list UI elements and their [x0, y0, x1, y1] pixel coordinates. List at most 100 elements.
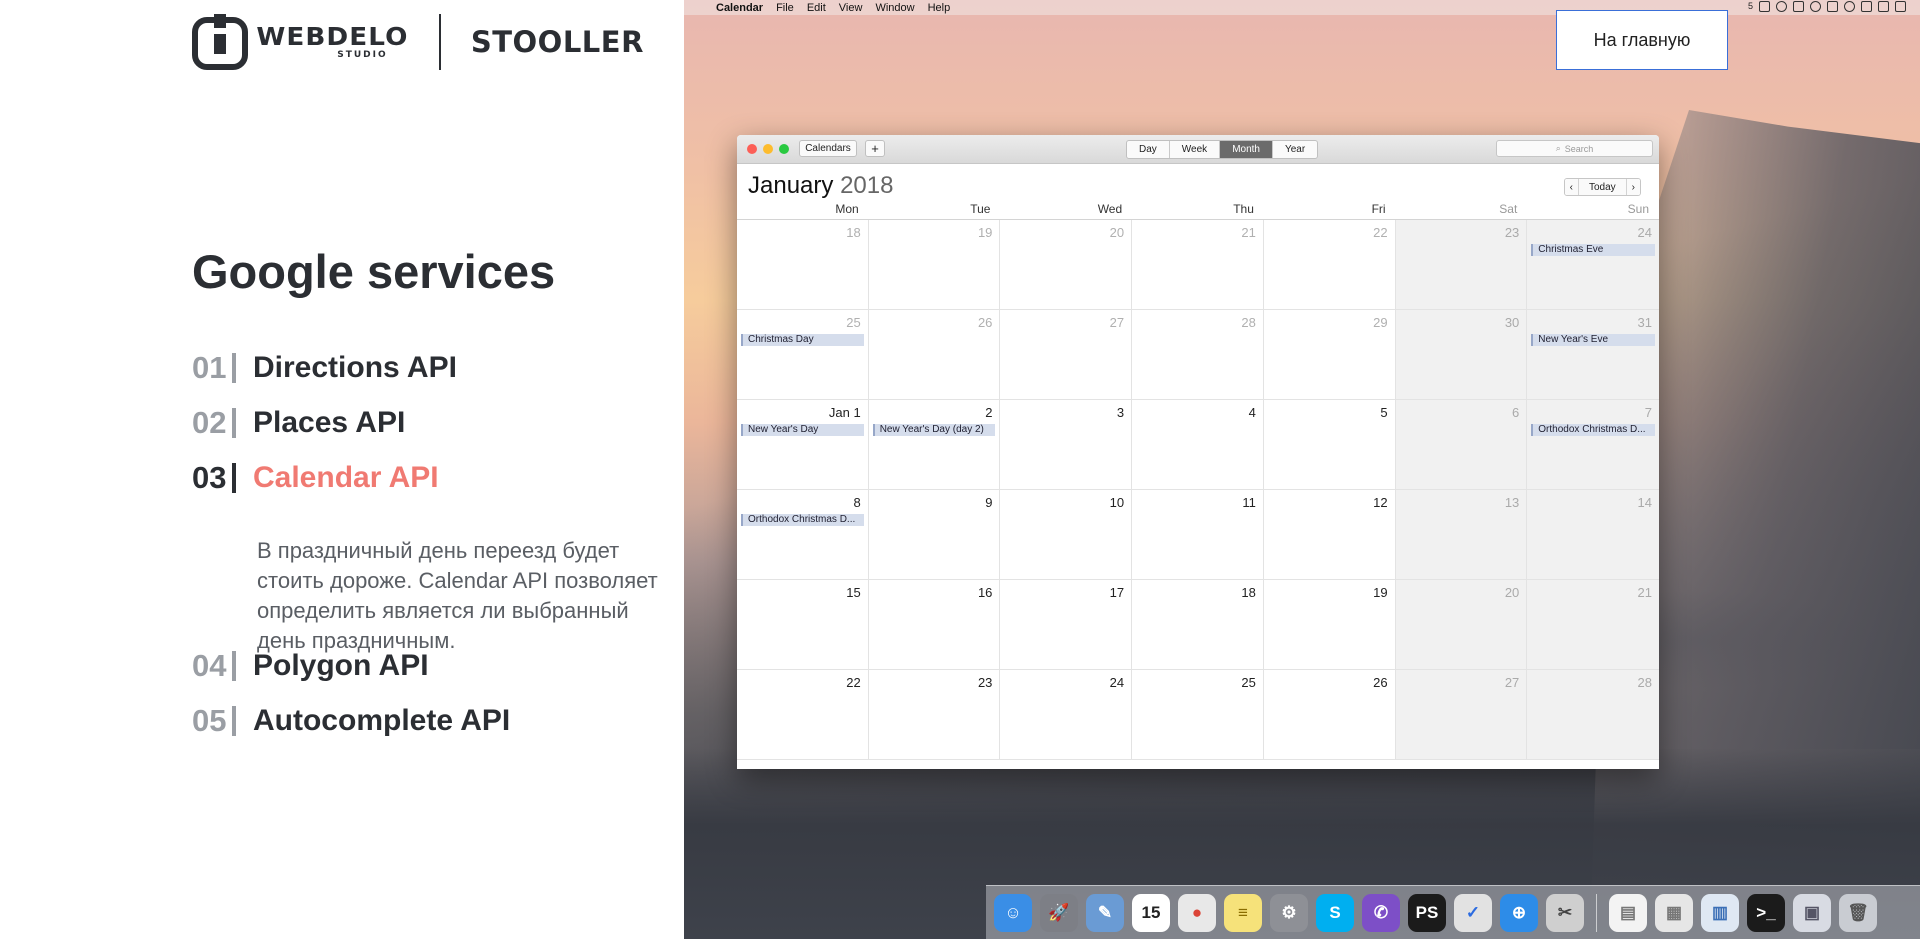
day-cell[interactable]: 22	[737, 670, 869, 760]
api-item[interactable]: 03 Calendar API	[192, 458, 439, 498]
day-cell[interactable]: 27	[1000, 310, 1133, 400]
view-tab-month[interactable]: Month	[1220, 141, 1273, 158]
status-icon[interactable]	[1895, 1, 1906, 12]
api-item[interactable]: 02 Places API	[192, 403, 405, 443]
calendar-icon[interactable]: 15	[1132, 894, 1170, 932]
day-cell[interactable]: 3	[1000, 400, 1133, 490]
safari-icon[interactable]: ⊕	[1500, 894, 1538, 932]
status-badge[interactable]: 5	[1748, 1, 1753, 12]
view-tab-day[interactable]: Day	[1127, 141, 1170, 158]
day-cell[interactable]: 19	[868, 220, 1001, 310]
chrome-icon[interactable]: ●	[1178, 894, 1216, 932]
day-cell[interactable]: 17	[1000, 580, 1133, 670]
next-month-button[interactable]: ›	[1626, 179, 1640, 195]
status-icon[interactable]	[1861, 1, 1872, 12]
day-cell[interactable]: 10	[1000, 490, 1133, 580]
day-cell[interactable]: 18	[737, 220, 869, 310]
menu-help[interactable]: Help	[928, 2, 951, 14]
file-stack-icon[interactable]: ▦	[1655, 894, 1693, 932]
day-cell[interactable]: 25 Christmas Day	[737, 310, 869, 400]
day-cell[interactable]: 4	[1132, 400, 1264, 490]
calendar-event[interactable]: Orthodox Christmas D...	[741, 514, 864, 526]
launchpad-icon[interactable]: 🚀	[1040, 894, 1078, 932]
menu-file[interactable]: File	[776, 2, 794, 14]
menu-edit[interactable]: Edit	[807, 2, 826, 14]
day-cell[interactable]: 24 Christmas Eve	[1527, 220, 1659, 310]
calendar-event[interactable]: Christmas Eve	[1531, 244, 1655, 256]
things-icon[interactable]: ✓	[1454, 894, 1492, 932]
view-tab-year[interactable]: Year	[1273, 141, 1317, 158]
day-cell[interactable]: 23	[1395, 220, 1528, 310]
phpstorm-icon[interactable]: PS	[1408, 894, 1446, 932]
logo[interactable]: WEBDELO STUDIO STOOLLER	[192, 14, 662, 70]
calendars-button[interactable]: Calendars	[799, 140, 857, 157]
day-cell[interactable]: 18	[1132, 580, 1264, 670]
api-item[interactable]: 01 Directions API	[192, 348, 457, 388]
calendar-event[interactable]: New Year's Day (day 2)	[872, 424, 996, 436]
calendar-event[interactable]: New Year's Eve	[1531, 334, 1655, 346]
status-icon[interactable]	[1827, 1, 1838, 12]
day-cell[interactable]: 20	[1395, 580, 1528, 670]
status-icon[interactable]	[1793, 1, 1804, 12]
prev-month-button[interactable]: ‹	[1564, 179, 1579, 195]
status-icon[interactable]	[1759, 1, 1770, 12]
day-cell[interactable]: 7 Orthodox Christmas D...	[1527, 400, 1659, 490]
status-icon[interactable]	[1776, 1, 1787, 12]
api-item[interactable]: 05 Autocomplete API	[192, 701, 510, 741]
day-cell[interactable]: Jan 1 New Year's Day	[737, 400, 869, 490]
system-preferences-icon[interactable]: ⚙	[1270, 894, 1308, 932]
wifi-icon[interactable]	[1844, 1, 1855, 12]
day-cell[interactable]: 11	[1132, 490, 1264, 580]
viber-icon[interactable]: ✆	[1362, 894, 1400, 932]
finder-icon[interactable]: ☺	[994, 894, 1032, 932]
day-cell[interactable]: 12	[1263, 490, 1396, 580]
close-icon[interactable]	[747, 144, 757, 154]
document-icon[interactable]: ▤	[1609, 894, 1647, 932]
calendar-event[interactable]: Orthodox Christmas D...	[1531, 424, 1655, 436]
menu-window[interactable]: Window	[875, 2, 914, 14]
menu-app[interactable]: Calendar	[716, 2, 763, 14]
home-button[interactable]: На главную	[1556, 10, 1728, 70]
preview-icon[interactable]: ✎	[1086, 894, 1124, 932]
add-event-button[interactable]: +	[865, 140, 885, 157]
day-cell[interactable]: 24	[1000, 670, 1133, 760]
day-cell[interactable]: 9	[868, 490, 1001, 580]
day-cell[interactable]: 19	[1263, 580, 1396, 670]
view-tab-week[interactable]: Week	[1170, 141, 1221, 158]
day-cell[interactable]: 15	[737, 580, 869, 670]
day-cell[interactable]: 25	[1132, 670, 1264, 760]
day-cell[interactable]: 2 New Year's Day (day 2)	[868, 400, 1001, 490]
day-cell[interactable]: 8 Orthodox Christmas D...	[737, 490, 869, 580]
day-cell[interactable]: 13	[1395, 490, 1528, 580]
day-cell[interactable]: 21	[1527, 580, 1659, 670]
day-cell[interactable]: 28	[1527, 670, 1659, 760]
search-input[interactable]: ⌕ Search	[1496, 140, 1653, 157]
notes-icon[interactable]: ≡	[1224, 894, 1262, 932]
day-cell[interactable]: 16	[868, 580, 1001, 670]
maximize-icon[interactable]	[779, 144, 789, 154]
day-cell[interactable]: 27	[1395, 670, 1528, 760]
script-editor-icon[interactable]: ✂	[1546, 894, 1584, 932]
day-cell[interactable]: 30	[1395, 310, 1528, 400]
calendar-event[interactable]: New Year's Day	[741, 424, 864, 436]
day-cell[interactable]: 26	[1263, 670, 1396, 760]
menu-view[interactable]: View	[839, 2, 863, 14]
skype-icon[interactable]: S	[1316, 894, 1354, 932]
terminal-icon[interactable]: >_	[1747, 894, 1785, 932]
day-cell[interactable]: 5	[1263, 400, 1396, 490]
day-cell[interactable]: 23	[868, 670, 1001, 760]
window-preview-icon[interactable]: ▣	[1793, 894, 1831, 932]
trash-icon[interactable]: 🗑	[1839, 894, 1877, 932]
minimize-icon[interactable]	[763, 144, 773, 154]
day-cell[interactable]: 20	[1000, 220, 1133, 310]
downloads-icon[interactable]: ▥	[1701, 894, 1739, 932]
status-icon[interactable]	[1878, 1, 1889, 12]
day-cell[interactable]: 28	[1132, 310, 1264, 400]
day-cell[interactable]: 26	[868, 310, 1001, 400]
status-icon[interactable]	[1810, 1, 1821, 12]
day-cell[interactable]: 14	[1527, 490, 1659, 580]
day-cell[interactable]: 6	[1395, 400, 1528, 490]
calendar-event[interactable]: Christmas Day	[741, 334, 864, 346]
day-cell[interactable]: 29	[1263, 310, 1396, 400]
day-cell[interactable]: 22	[1263, 220, 1396, 310]
